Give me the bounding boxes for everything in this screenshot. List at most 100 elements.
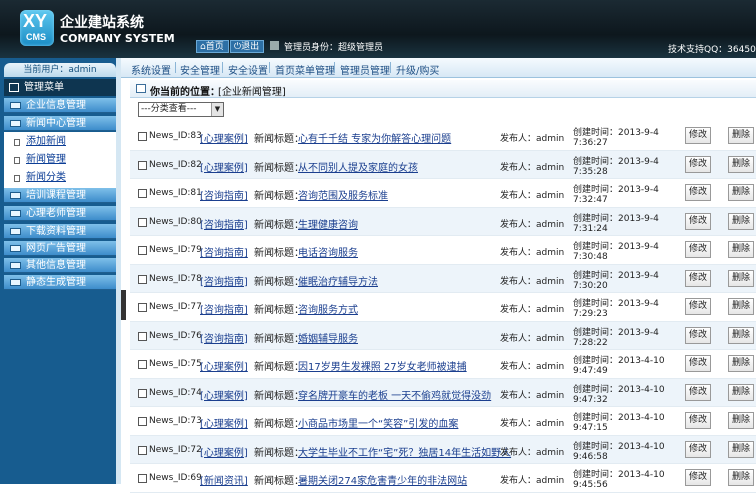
nav-security-manage[interactable]: 安全管理 (180, 62, 220, 77)
row-checkbox[interactable] (138, 189, 147, 198)
publisher-value: admin (536, 248, 565, 258)
delete-button[interactable]: 删除 (728, 241, 754, 258)
sidebar-toggle-handle[interactable] (121, 290, 126, 320)
publisher-value: admin (536, 447, 565, 458)
news-category-link[interactable]: [咨询指南] (200, 273, 248, 288)
row-checkbox[interactable] (138, 445, 147, 455)
delete-button[interactable]: 删除 (728, 155, 754, 173)
sidebar-section-downloads[interactable]: 下载资料管理 (4, 224, 116, 239)
edit-button[interactable]: 修改 (685, 241, 711, 258)
logout-button[interactable]: ⏻退出 (230, 40, 265, 53)
news-category-link[interactable]: [咨询指南] (200, 330, 248, 345)
nav-security-settings[interactable]: 安全设置 (228, 62, 268, 77)
delete-button[interactable]: 删除 (728, 184, 754, 201)
news-title-link[interactable]: 大学生毕业不工作“宅”死？独居14年生活如野人 (298, 444, 511, 459)
home-button[interactable]: ⌂首页 (196, 40, 229, 53)
row-checkbox[interactable] (138, 246, 147, 255)
nav-upgrade[interactable]: 升级/购买 (396, 62, 439, 77)
sidebar-section-other[interactable]: 其他信息管理 (4, 258, 116, 273)
news-category-link[interactable]: [新闻资讯] (200, 472, 248, 487)
row-checkbox[interactable] (138, 331, 147, 341)
edit-button[interactable]: 修改 (685, 212, 711, 230)
sidebar-item-add-news[interactable]: 添加新闻 (4, 134, 116, 150)
edit-button[interactable]: 修改 (685, 127, 711, 144)
sidebar-section-news[interactable]: 新闻中心管理 (4, 116, 116, 131)
sidebar-section-ads[interactable]: 网页广告管理 (4, 241, 116, 256)
row-checkbox[interactable] (138, 132, 147, 141)
news-title-link[interactable]: 咨询服务方式 (298, 301, 358, 316)
nav-divider (390, 62, 391, 73)
news-category-link[interactable]: [心理案例] (200, 130, 248, 145)
nav-admin-manage[interactable]: 管理员管理 (340, 62, 390, 77)
delete-button[interactable]: 删除 (728, 298, 754, 315)
news-title-link[interactable]: 穿名牌开豪车的老板 一天不偷鸡就觉得没劲 (298, 387, 491, 402)
edit-button[interactable]: 修改 (685, 184, 711, 201)
edit-button[interactable]: 修改 (685, 155, 711, 173)
created-date-value: 2013-9-4 (618, 270, 659, 281)
news-title-link[interactable]: 生理健康咨询 (298, 216, 358, 231)
current-user: 当前用户：admin (4, 63, 116, 77)
row-checkbox[interactable] (138, 388, 147, 398)
news-row: News_ID:76 [咨询指南] 新闻标题： 婚姻辅导服务 发布人：admin 创建时间… (130, 321, 756, 350)
edit-button[interactable]: 修改 (685, 269, 711, 287)
sidebar-section-label: 其他信息管理 (26, 260, 86, 271)
delete-button[interactable]: 删除 (728, 355, 754, 372)
logo-cms: CMS (26, 32, 46, 42)
news-title-link[interactable]: 暑期关闭274家危害青少年的非法网站 (298, 472, 467, 487)
publisher: 发布人：admin (500, 274, 564, 287)
delete-button[interactable]: 删除 (728, 269, 754, 287)
edit-button[interactable]: 修改 (685, 326, 711, 344)
delete-button[interactable]: 删除 (728, 383, 754, 401)
news-title-link[interactable]: 从不同别人提及家庭的女孩 (298, 159, 418, 174)
news-category-link[interactable]: [咨询指南] (200, 216, 248, 231)
sidebar-section-static[interactable]: 静态生成管理 (4, 275, 116, 290)
news-category-link[interactable]: [咨询指南] (200, 187, 248, 202)
news-title-link[interactable]: 咨询范围及服务标准 (298, 187, 388, 202)
edit-button[interactable]: 修改 (685, 412, 711, 429)
news-title-link[interactable]: 心有千千结 专家为你解答心理问题 (298, 130, 451, 145)
nav-system-settings[interactable]: 系统设置 (131, 62, 171, 77)
delete-button[interactable]: 删除 (728, 127, 754, 144)
row-checkbox[interactable] (138, 474, 147, 483)
news-title-link[interactable]: 婚姻辅导服务 (298, 330, 358, 345)
delete-button[interactable]: 删除 (728, 326, 754, 344)
nav-home-menu[interactable]: 首页菜单管理 (275, 62, 335, 77)
row-checkbox[interactable] (138, 303, 147, 312)
news-title-link[interactable]: 小商品市场里一个“笑容”引发的血案 (298, 415, 458, 430)
news-title-link[interactable]: 催眠治疗辅导方法 (298, 273, 378, 288)
edit-button[interactable]: 修改 (685, 298, 711, 315)
sidebar-section-company[interactable]: 企业信息管理 (4, 98, 116, 113)
news-row: News_ID:78 [咨询指南] 新闻标题： 催眠治疗辅导方法 发布人：admin 创建… (130, 264, 756, 293)
edit-button[interactable]: 修改 (685, 355, 711, 372)
row-checkbox[interactable] (138, 360, 147, 369)
title-label: 新闻标题： (254, 162, 304, 174)
news-category-link[interactable]: [心理案例] (200, 415, 248, 430)
row-checkbox[interactable] (138, 160, 147, 170)
row-checkbox[interactable] (138, 217, 147, 227)
delete-button[interactable]: 删除 (728, 469, 754, 486)
news-title-link[interactable]: 因17岁男生发裸照 27岁女老师被逮捕 (298, 358, 467, 373)
news-category-link[interactable]: [心理案例] (200, 444, 248, 459)
sidebar-item-news-manage[interactable]: 新闻管理 (4, 152, 116, 168)
created-date-value: 2013-4-10 (618, 413, 665, 423)
news-category-link[interactable]: [心理案例] (200, 358, 248, 373)
sidebar-section-teachers[interactable]: 心理老师管理 (4, 206, 116, 221)
news-category-link[interactable]: [心理案例] (200, 387, 248, 402)
delete-button[interactable]: 删除 (728, 440, 754, 458)
row-checkbox[interactable] (138, 417, 147, 426)
sidebar-section-training[interactable]: 培训课程管理 (4, 188, 116, 203)
news-category-link[interactable]: [心理案例] (200, 159, 248, 174)
news-title-link[interactable]: 电话咨询服务 (298, 244, 358, 259)
delete-button[interactable]: 删除 (728, 412, 754, 429)
folder-icon (10, 262, 21, 269)
edit-button[interactable]: 修改 (685, 469, 711, 486)
news-category-link[interactable]: [咨询指南] (200, 301, 248, 316)
category-filter-select[interactable]: ---分类查看--- ▼ (138, 102, 224, 117)
publisher-value: admin (536, 134, 565, 144)
edit-button[interactable]: 修改 (685, 440, 711, 458)
news-category-link[interactable]: [咨询指南] (200, 244, 248, 259)
sidebar-item-news-category[interactable]: 新闻分类 (4, 170, 116, 186)
edit-button[interactable]: 修改 (685, 383, 711, 401)
row-checkbox[interactable] (138, 274, 147, 284)
delete-button[interactable]: 删除 (728, 212, 754, 230)
